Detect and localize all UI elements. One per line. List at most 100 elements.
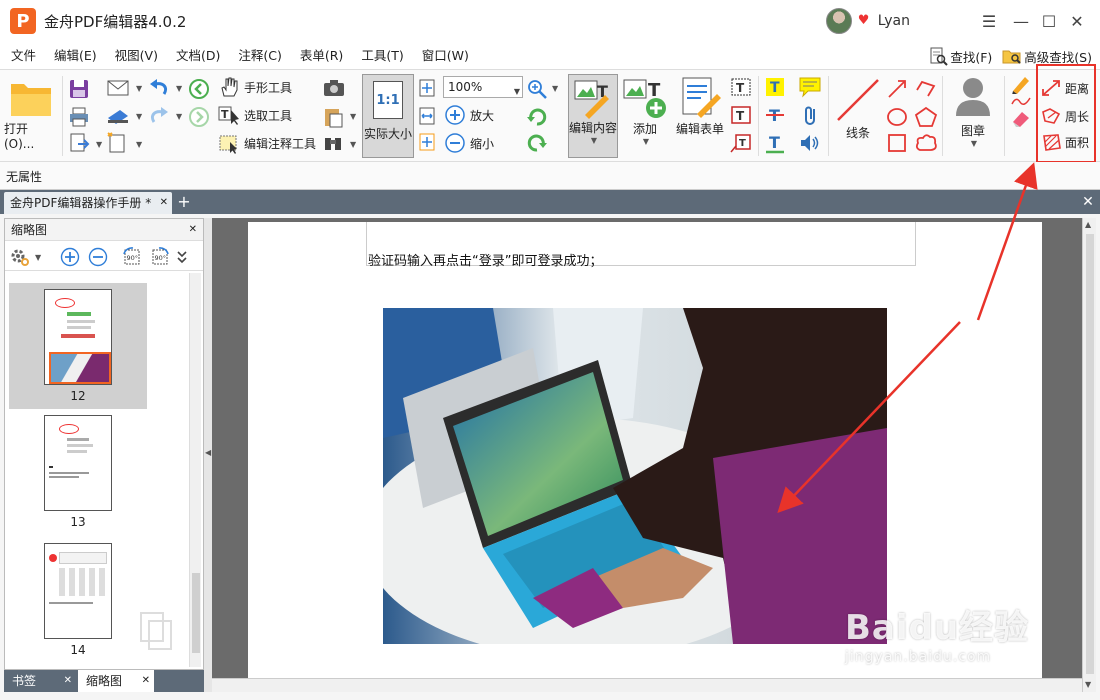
edit-content-dropdown-icon[interactable]: ▼ xyxy=(591,136,597,145)
highlight-text-icon[interactable]: T xyxy=(764,76,786,98)
binoculars-icon[interactable] xyxy=(322,132,344,154)
thumbnail-item[interactable]: 13 xyxy=(9,409,147,537)
rotate-cw-icon[interactable] xyxy=(526,106,548,128)
stamp-button[interactable]: 图章 ▼ xyxy=(946,74,1000,148)
menu-window[interactable]: 窗口(W) xyxy=(413,42,478,70)
scroll-down-icon[interactable]: ▼ xyxy=(1085,680,1091,689)
edit-content-button[interactable]: T 编辑内容 ▼ xyxy=(568,74,618,158)
magnifier-icon[interactable] xyxy=(526,78,548,100)
document-vertical-scrollbar[interactable]: ▲ ▼ xyxy=(1082,218,1096,692)
snapshot-icon[interactable] xyxy=(322,78,346,98)
forward-icon[interactable] xyxy=(188,106,210,128)
menu-comment[interactable]: 注释(C) xyxy=(229,42,290,70)
export-icon[interactable] xyxy=(68,132,90,154)
email-icon[interactable] xyxy=(106,78,130,98)
collapse-panel-icon[interactable]: ◀ xyxy=(205,448,211,457)
new-tab-icon[interactable]: + xyxy=(176,194,192,210)
options-dropdown-icon[interactable]: ▼ xyxy=(35,253,41,262)
rotate-right-icon[interactable]: 90° xyxy=(149,246,171,268)
zoom-input[interactable]: 100% ▼ xyxy=(443,76,523,98)
line-button[interactable]: 线条 xyxy=(834,74,882,141)
avatar[interactable] xyxy=(825,8,852,34)
document-scrollbar-thumb[interactable] xyxy=(1086,234,1094,674)
rectangle-icon[interactable] xyxy=(886,132,908,154)
tab-bookmarks[interactable]: 书签 ✕ xyxy=(4,670,76,692)
document-horizontal-scrollbar[interactable] xyxy=(212,678,1082,692)
fit-width-icon[interactable] xyxy=(418,106,436,126)
underline-text-icon[interactable]: T xyxy=(764,132,786,154)
thumb-zoom-in-icon[interactable] xyxy=(59,246,81,268)
close-panel-icon[interactable]: ✕ xyxy=(189,219,197,241)
menu-file[interactable]: 文件 xyxy=(0,42,45,70)
main-menu-icon[interactable]: ☰ xyxy=(974,0,1004,42)
minimize-button[interactable]: — xyxy=(1006,0,1036,42)
more-chevron-icon[interactable] xyxy=(175,246,189,268)
find-button[interactable]: 查找(F) xyxy=(928,46,992,66)
thumbnail-scrollbar[interactable] xyxy=(189,273,201,667)
sound-icon[interactable] xyxy=(798,132,822,154)
eraser-icon[interactable] xyxy=(1010,108,1032,128)
paste-icon[interactable] xyxy=(322,106,344,128)
close-button[interactable]: ✕ xyxy=(1062,0,1092,42)
tab-thumbnails[interactable]: 缩略图 ✕ xyxy=(78,670,154,692)
sticky-note-icon[interactable] xyxy=(798,76,822,98)
zoom-out-button[interactable]: 缩小 xyxy=(444,132,494,154)
close-document-icon[interactable]: ✕ xyxy=(1080,194,1096,210)
polygon-icon[interactable] xyxy=(914,106,938,128)
close-bookmarks-icon[interactable]: ✕ xyxy=(64,670,72,692)
freehand-icon[interactable] xyxy=(1010,94,1032,108)
pencil-icon[interactable] xyxy=(1010,74,1032,94)
edit-annotation-tool-button[interactable]: 编辑注释工具 xyxy=(218,132,316,154)
export-dropdown-icon[interactable]: ▼ xyxy=(96,140,102,149)
email-dropdown-icon[interactable]: ▼ xyxy=(136,84,142,93)
scan-icon[interactable] xyxy=(106,106,130,126)
fit-visible-icon[interactable] xyxy=(418,132,436,152)
attachment-icon[interactable] xyxy=(800,104,822,126)
thumbnail-item[interactable]: 12 xyxy=(9,283,147,409)
document-image[interactable] xyxy=(383,308,887,644)
undo-dropdown-icon[interactable]: ▼ xyxy=(176,84,182,93)
back-icon[interactable] xyxy=(188,78,210,100)
add-dropdown-icon[interactable]: ▼ xyxy=(643,137,649,146)
rotate-left-icon[interactable]: 90° xyxy=(121,246,143,268)
stamp-dropdown-icon[interactable]: ▼ xyxy=(971,139,977,148)
scroll-up-icon[interactable]: ▲ xyxy=(1085,220,1091,229)
magnifier-dropdown-icon[interactable]: ▼ xyxy=(552,84,558,93)
hand-tool-button[interactable]: 手形工具 xyxy=(218,76,292,98)
rotate-ccw-icon[interactable] xyxy=(526,132,548,154)
ellipse-icon[interactable] xyxy=(886,106,908,128)
new-dropdown-icon[interactable]: ▼ xyxy=(136,140,142,149)
thumbnail-scrollbar-thumb[interactable] xyxy=(192,573,200,653)
zoom-in-button[interactable]: 放大 xyxy=(444,104,494,126)
open-button[interactable]: 打开(O)... xyxy=(4,76,58,151)
thumb-zoom-out-icon[interactable] xyxy=(87,246,109,268)
polyline-icon[interactable] xyxy=(914,78,938,100)
new-document-icon[interactable] xyxy=(106,132,130,154)
paste-dropdown-icon[interactable]: ▼ xyxy=(350,112,356,121)
tab-document[interactable]: 金舟PDF编辑器操作手册 * ✕ xyxy=(4,192,172,214)
advanced-find-button[interactable]: 高级查找(S) xyxy=(1002,46,1092,66)
text-field-icon[interactable]: T xyxy=(730,76,752,98)
scan-dropdown-icon[interactable]: ▼ xyxy=(136,112,142,121)
panel-splitter[interactable]: ◀ xyxy=(204,218,212,692)
menu-edit[interactable]: 编辑(E) xyxy=(45,42,106,70)
user-area[interactable]: ♥ Lyan xyxy=(825,8,910,34)
add-button[interactable]: T 添加 ▼ xyxy=(622,74,668,146)
menu-form[interactable]: 表单(R) xyxy=(291,42,352,70)
fit-page-icon[interactable] xyxy=(418,78,436,98)
save-icon[interactable] xyxy=(68,78,90,100)
username[interactable]: Lyan xyxy=(878,13,910,29)
options-gear-icon[interactable] xyxy=(9,246,31,268)
thumbnail-item[interactable]: 14 xyxy=(9,537,147,665)
close-tab-icon[interactable]: ✕ xyxy=(160,192,168,214)
maximize-button[interactable]: ☐ xyxy=(1034,0,1064,42)
close-thumbnails-icon[interactable]: ✕ xyxy=(142,670,150,692)
redo-icon[interactable] xyxy=(148,106,170,128)
strikeout-text-icon[interactable]: T xyxy=(764,104,786,126)
textbox-icon[interactable]: T xyxy=(730,104,752,126)
menu-document[interactable]: 文档(D) xyxy=(167,42,229,70)
callout-icon[interactable]: T xyxy=(730,132,752,154)
document-text[interactable]: 验证码输入再点击“登录”即可登录成功； xyxy=(368,250,602,269)
edit-form-button[interactable]: 编辑表单 xyxy=(674,74,726,137)
print-icon[interactable] xyxy=(68,106,90,128)
